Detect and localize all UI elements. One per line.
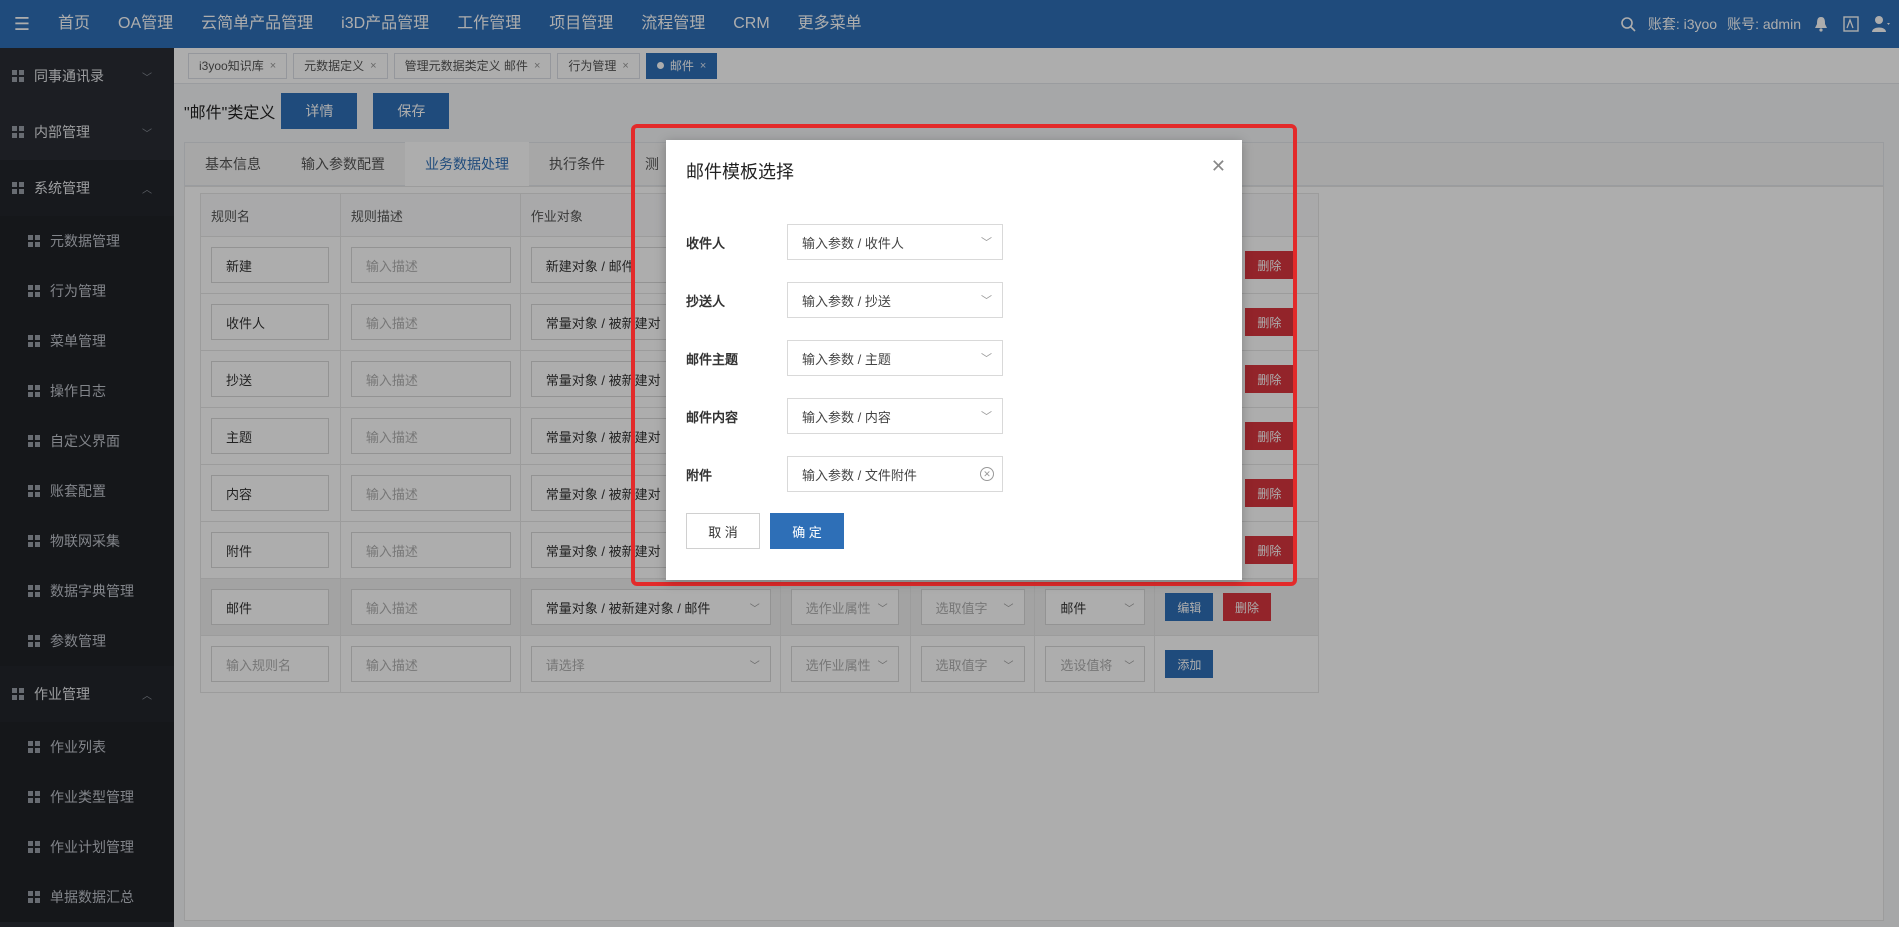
subject-select[interactable]: 输入参数 / 主题 ﹀ (787, 340, 1003, 376)
email-template-dialog: 邮件模板选择 ✕ 收件人 输入参数 / 收件人 ﹀ 抄送人 输入参数 / 抄送 ﹀ … (666, 140, 1242, 580)
cc-label: 抄送人 (686, 293, 726, 309)
chevron-down-icon: ﹀ (981, 353, 992, 365)
recipient-select[interactable]: 输入参数 / 收件人 ﹀ (787, 224, 1003, 260)
attachment-value: 输入参数 / 文件附件 (802, 467, 917, 483)
chevron-down-icon: ﹀ (981, 237, 992, 249)
cancel-button[interactable]: 取 消 (686, 513, 760, 549)
subject-value: 输入参数 / 主题 (802, 351, 891, 367)
content-select[interactable]: 输入参数 / 内容 ﹀ (787, 398, 1003, 434)
attachment-row: 附件 输入参数 / 文件附件 ✕ (686, 456, 1003, 492)
content-value: 输入参数 / 内容 (802, 409, 891, 425)
dialog-title: 邮件模板选择 (686, 162, 794, 182)
cc-select[interactable]: 输入参数 / 抄送 ﹀ (787, 282, 1003, 318)
recipient-row: 收件人 输入参数 / 收件人 ﹀ (686, 224, 1003, 260)
attachment-label: 附件 (686, 467, 713, 483)
cc-row: 抄送人 输入参数 / 抄送 ﹀ (686, 282, 1003, 318)
cc-value: 输入参数 / 抄送 (802, 293, 891, 309)
chevron-down-icon: ﹀ (981, 295, 992, 307)
content-label: 邮件内容 (686, 409, 739, 425)
close-icon[interactable]: ✕ (1211, 156, 1226, 177)
recipient-label: 收件人 (686, 235, 726, 251)
recipient-value: 输入参数 / 收件人 (802, 235, 904, 251)
confirm-button[interactable]: 确 定 (770, 513, 844, 549)
attachment-select[interactable]: 输入参数 / 文件附件 ✕ (787, 456, 1003, 492)
content-row: 邮件内容 输入参数 / 内容 ﹀ (686, 398, 1003, 434)
chevron-down-icon: ﹀ (981, 411, 992, 423)
subject-label: 邮件主题 (686, 351, 739, 367)
subject-row: 邮件主题 输入参数 / 主题 ﹀ (686, 340, 1003, 376)
clear-icon[interactable]: ✕ (980, 467, 994, 481)
